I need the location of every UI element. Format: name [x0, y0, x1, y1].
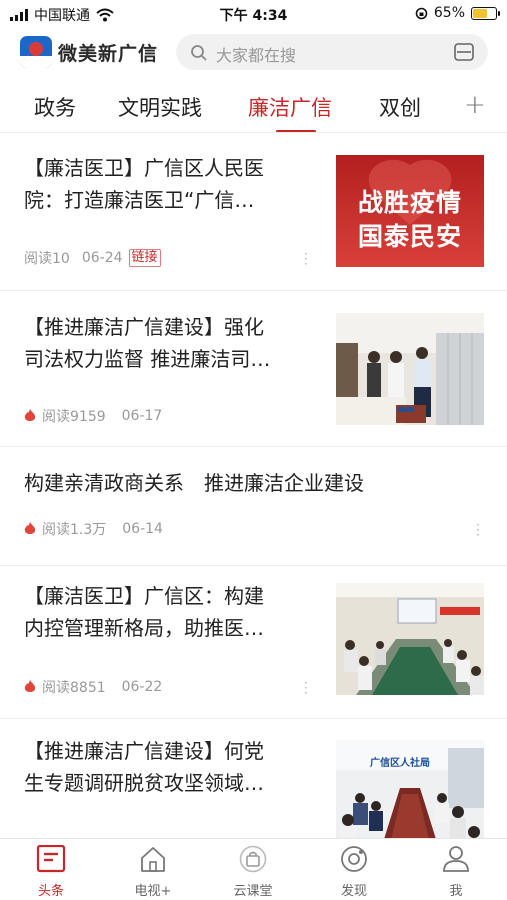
scan-icon[interactable]: [454, 43, 474, 61]
channel-tabs: 政务 文明实践 廉洁广信 双创 +: [0, 84, 507, 133]
article-date: 06-17: [121, 408, 163, 424]
more-options-icon[interactable]: · · ·: [304, 677, 308, 699]
divider: [0, 132, 507, 133]
tab-zhengwu[interactable]: 政务: [34, 92, 76, 122]
nav-me[interactable]: 我: [421, 845, 491, 899]
hot-flame-icon: [24, 680, 36, 692]
nav-discover[interactable]: 发现: [319, 845, 389, 899]
article-date: 06-14: [122, 521, 163, 537]
article-title: 构建亲清政商关系 推进廉洁企业建设: [24, 471, 364, 495]
article-card[interactable]: 【推进廉洁广信建设】强化 司法权力监督 推进廉洁司… 阅读9159 06-17: [0, 291, 507, 446]
article-card[interactable]: 【推进廉洁广信建设】何党 生专题调研脱贫攻坚领域… 广信区人社局: [0, 719, 507, 838]
article-card[interactable]: 构建亲清政商关系 推进廉洁企业建设 阅读1.3万 06-14 · · ·: [0, 447, 507, 565]
more-options-icon[interactable]: · · ·: [476, 519, 480, 541]
app-header: 微美新广信 大家都在搜: [0, 30, 507, 74]
thumbnail-caption: 广信区人社局: [370, 758, 430, 769]
article-meta: 阅读10 06-24 链接: [24, 248, 161, 268]
nav-tv[interactable]: 电视+: [118, 845, 188, 899]
tab-lianjie[interactable]: 廉洁广信: [248, 92, 332, 122]
article-thumbnail: [336, 313, 484, 425]
article-card[interactable]: 【廉洁医卫】广信区人民医 院：打造廉洁医卫“广信… 阅读10 06-24 链接 …: [0, 140, 507, 290]
app-logo: [20, 36, 52, 68]
status-bar: 中国联通 下午 4:34 65%: [0, 0, 507, 28]
search-placeholder: 大家都在搜: [216, 46, 297, 65]
thumbnail-caption: 国泰民安: [357, 222, 462, 251]
tab-wenming[interactable]: 文明实践: [118, 92, 202, 122]
user-icon: [443, 846, 469, 872]
headline-icon: [36, 844, 66, 873]
read-count: 阅读1.3万: [42, 522, 107, 538]
hot-flame-icon: [24, 409, 36, 421]
article-meta: 阅读9159 06-17: [24, 406, 162, 426]
article-thumbnail: 广信区人社局: [336, 740, 484, 838]
article-title: 【推进廉洁广信建设】何党 生专题调研脱贫攻坚领域…: [24, 739, 264, 795]
bag-icon: [239, 845, 267, 873]
article-card[interactable]: 【廉洁医卫】广信区：构建 内控管理新格局，助推医… 阅读8851 06-22 ·…: [0, 566, 507, 718]
battery-percent: 65%: [433, 5, 465, 21]
app-title: 微美新广信: [58, 43, 159, 65]
article-title: 【廉洁医卫】广信区：构建 内控管理新格局，助推医…: [24, 584, 264, 640]
article-meta: 阅读8851 06-22: [24, 677, 162, 697]
article-meta: 阅读1.3万 06-14: [24, 519, 163, 539]
more-options-icon[interactable]: · · ·: [304, 248, 308, 270]
link-badge: 链接: [128, 249, 161, 267]
article-date: 06-22: [121, 679, 163, 695]
add-channel-icon[interactable]: +: [464, 90, 486, 120]
article-date: 06-24: [81, 250, 123, 266]
thumbnail-caption: 战胜疫情: [357, 188, 462, 217]
home-icon: [141, 847, 165, 872]
bottom-nav: 头条 电视+ 云课堂 发现 我: [0, 838, 507, 900]
article-thumbnail: [336, 583, 484, 695]
nav-headline[interactable]: 头条: [16, 844, 86, 899]
battery-icon: [471, 6, 500, 20]
tab-shuangchuang[interactable]: 双创: [379, 92, 421, 122]
rotation-lock-icon: [415, 7, 428, 19]
article-title: 【廉洁医卫】广信区人民医 院：打造廉洁医卫“广信…: [24, 156, 264, 212]
search-bar[interactable]: 大家都在搜: [176, 34, 488, 70]
article-title: 【推进廉洁广信建设】强化 司法权力监督 推进廉洁司…: [24, 315, 271, 371]
article-thumbnail: 战胜疫情 国泰民安: [336, 155, 484, 267]
nav-cloud-class[interactable]: 云课堂: [218, 845, 288, 899]
read-count: 阅读9159: [42, 409, 106, 425]
discover-icon: [341, 846, 367, 872]
read-count: 阅读10: [24, 251, 70, 267]
hot-flame-icon: [24, 522, 36, 534]
read-count: 阅读8851: [42, 680, 106, 696]
search-icon: [191, 45, 207, 61]
